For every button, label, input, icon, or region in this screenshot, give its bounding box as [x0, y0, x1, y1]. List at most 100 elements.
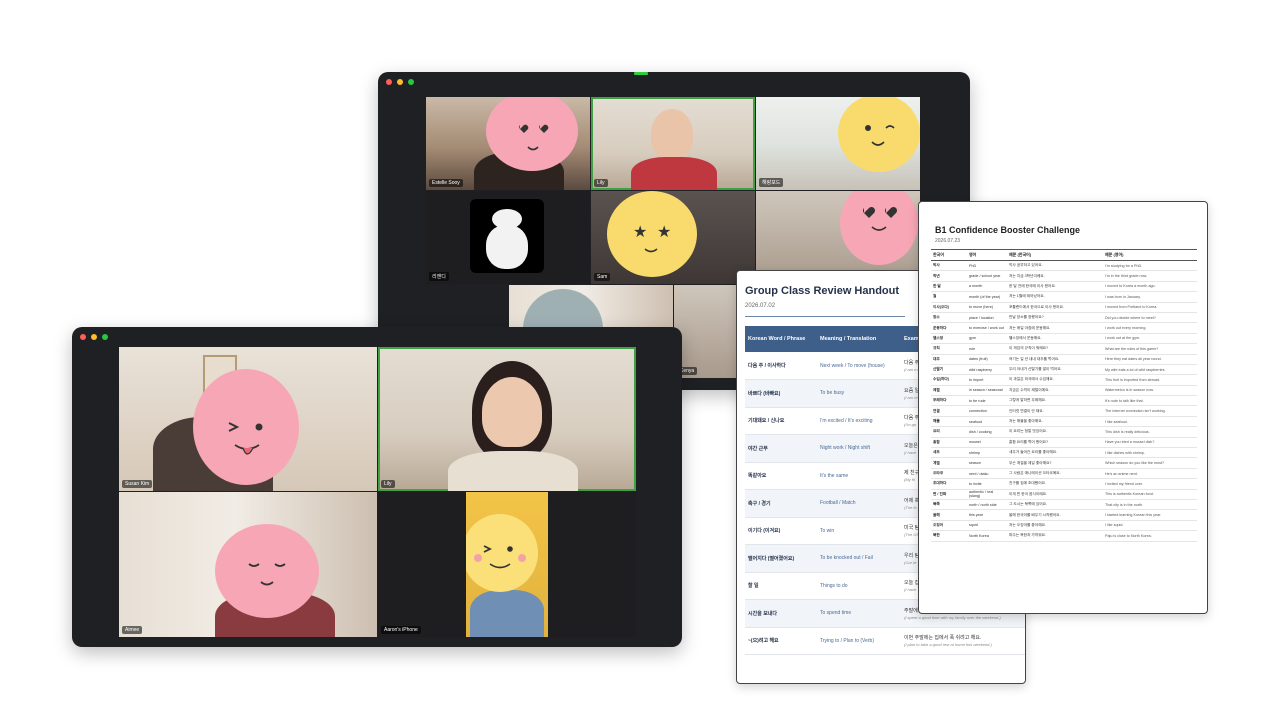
participant-tile-active[interactable]: Lily [591, 97, 755, 190]
participant-name: 리앤디 [429, 272, 449, 281]
korean-word: 이기다 (이겨요) [745, 517, 817, 545]
column-header: 한국어 [931, 249, 967, 261]
english-meaning: mussel [967, 437, 1007, 449]
maximize-window-button[interactable] [408, 79, 414, 85]
participant-tile[interactable]: 해랑포드 [756, 97, 920, 190]
challenge-vocab-table: 한국어 영어 예문 (한국어) 예문 (영어) 박사 PhD 박사 공부하고 있어요… [931, 249, 1197, 542]
korean-word: 새우 [931, 447, 967, 459]
meaning: To spend time [817, 599, 901, 628]
window-controls [80, 334, 108, 340]
minimize-window-button[interactable] [91, 334, 97, 340]
participant-tile[interactable]: 리앤디 [426, 191, 590, 284]
meaning: Next week / To move (house) [817, 352, 901, 380]
example-english: He's an anime nerd. [1103, 468, 1197, 480]
english-meaning: authentic / real (slang) [967, 489, 1007, 501]
example-korean: 저는 1월에 태어났어요. [1007, 291, 1103, 303]
heart-eyes-emoji-icon [486, 97, 578, 171]
minimize-window-button[interactable] [397, 79, 403, 85]
example-sentence: 제 친구 [904, 470, 920, 477]
example-english: That city is in the north. [1103, 499, 1197, 511]
korean-word: 헬스장 [931, 333, 967, 345]
participant-tile[interactable]: Aimee [119, 492, 377, 637]
example-english: I like seafood. [1103, 416, 1197, 428]
example-korean: 올해 한국어를 배우기 시작했어요. [1007, 509, 1103, 521]
korean-word: ~(으)려고 해요 [745, 627, 817, 655]
table-row: 홍합 mussel 홍합 요리를 먹어 봤어요? Have you tried a m… [931, 437, 1197, 449]
heart-eyes-emoji-icon [840, 191, 918, 265]
participant-name: Lily [594, 179, 608, 187]
english-meaning: squid [967, 520, 1007, 532]
korean-word: 이사(오다) [931, 302, 967, 313]
close-window-button[interactable] [386, 79, 392, 85]
korean-word: 야간 근무 [745, 434, 817, 463]
english-meaning: connection [967, 405, 1007, 417]
example-korean: 저는 해물을 좋아해요. [1007, 416, 1103, 428]
english-meaning: dates (fruit) [967, 354, 1007, 365]
example-korean: 포틀랜드에서 한국으로 이사 왔어요. [1007, 302, 1103, 313]
english-meaning: PhD [967, 260, 1007, 272]
example-korean: 새우가 들어간 요리를 좋아해요. [1007, 447, 1103, 459]
example-english: This fruit is imported from abroad. [1103, 374, 1197, 386]
korean-word: 학년 [931, 270, 967, 282]
example-korean: 이 게임의 규칙이 뭐예요? [1007, 343, 1103, 355]
example-english: I'm studying for a PhD. [1103, 260, 1197, 272]
example-sentence: 다음 주 [904, 415, 920, 422]
korean-word: 해물 [931, 416, 967, 428]
english-meaning: to move (here) [967, 302, 1007, 313]
table-row: 연결 connection 인터넷 연결이 안 돼요. The internet co… [931, 405, 1197, 417]
table-row: 규칙 rule 이 게임의 규칙이 뭐예요? What are the rules o… [931, 343, 1197, 355]
example-english: I moved from Portland to Korea. [1103, 302, 1197, 313]
table-header-row: 한국어 영어 예문 (한국어) 예문 (영어) [931, 249, 1197, 261]
english-meaning: this year [967, 509, 1007, 521]
example-korean: 그렇게 말하면 무례해요. [1007, 395, 1103, 407]
english-meaning: month (of the year) [967, 291, 1007, 303]
participant-tile[interactable]: ★ ★ Sam [591, 191, 755, 284]
korean-word: 오징어 [931, 520, 967, 532]
participant-tile[interactable]: Estelle Sooy [426, 97, 590, 190]
meaning: Night work / Night shift [817, 434, 901, 463]
table-row: 오징어 squid 저는 오징어를 좋아해요. I like squid. [931, 520, 1197, 532]
participant-video-portrait [466, 492, 548, 637]
meaning: Football / Match [817, 489, 901, 518]
example-sentence: 오늘 집 [904, 580, 920, 587]
participant-tile[interactable]: Susan Kim [119, 347, 377, 491]
example-english: I moved to Korea a month ago. [1103, 281, 1197, 293]
participant-tile[interactable]: Aaron's iPhone [378, 492, 636, 637]
participant-tile[interactable]: Kenya [674, 285, 744, 378]
korean-word: 북한 [931, 530, 967, 542]
maximize-window-button[interactable] [102, 334, 108, 340]
participant-face [482, 377, 542, 447]
example-sentence: 미국 팀 [904, 525, 920, 532]
example-english: I like dishes with shrimp. [1103, 447, 1197, 459]
b1-confidence-booster-challenge: B1 Confidence Booster Challenge 2026.07.… [918, 201, 1208, 614]
example-korean: 저는 지금 3학년이에요. [1007, 270, 1103, 282]
example-translation: (I spent a good time with my family over… [904, 614, 1001, 620]
english-meaning: to exercise / work out [967, 322, 1007, 334]
korean-word: 찐 / 진짜 [931, 489, 967, 501]
meaning: Trying to / Plan to (Verb) [817, 627, 901, 655]
korean-word: 다음 주 / 이사하다 [745, 352, 817, 380]
korean-word: 바쁘다 (바빠요) [745, 379, 817, 408]
table-row: 요리 dish / cooking 이 요리는 정말 맛있어요. This dish … [931, 426, 1197, 438]
participant-tile-active[interactable]: Lily [378, 347, 636, 491]
example-korean: 무슨 계절을 제일 좋아해요? [1007, 457, 1103, 469]
participant-name: Susan Kim [122, 480, 153, 488]
handout-title: Group Class Review Handout [745, 285, 900, 297]
example-translation: (I plan to take a good rest at home this… [904, 642, 992, 648]
example-korean: 여기는 일 년 내내 대추를 먹어요. [1007, 354, 1103, 365]
participant-name: Lily [381, 480, 395, 488]
meaning: Things to do [817, 572, 901, 600]
table-row: 산딸기 wild raspberry 우리 아내가 산딸기를 많이 먹어요. My w… [931, 364, 1197, 376]
table-row: 무례하다 to be rude 그렇게 말하면 무례해요. It's rude to … [931, 395, 1197, 407]
example-sentence: 오늘은 [904, 442, 918, 449]
korean-word: 홍합 [931, 437, 967, 449]
example-korean: 친구를 집에 초대했어요. [1007, 478, 1103, 490]
korean-word: 무례하다 [931, 395, 967, 407]
challenge-date: 2026.07.23 [935, 238, 961, 244]
korean-word: 똑같아요 [745, 462, 817, 490]
challenge-title: B1 Confidence Booster Challenge [935, 225, 1081, 235]
example-english: I was born in January. [1103, 291, 1197, 303]
close-window-button[interactable] [80, 334, 86, 340]
video-call-window-front: Susan Kim Lily Aimee Aaron's iPhone [72, 327, 682, 647]
korean-word: 제철 [931, 385, 967, 397]
